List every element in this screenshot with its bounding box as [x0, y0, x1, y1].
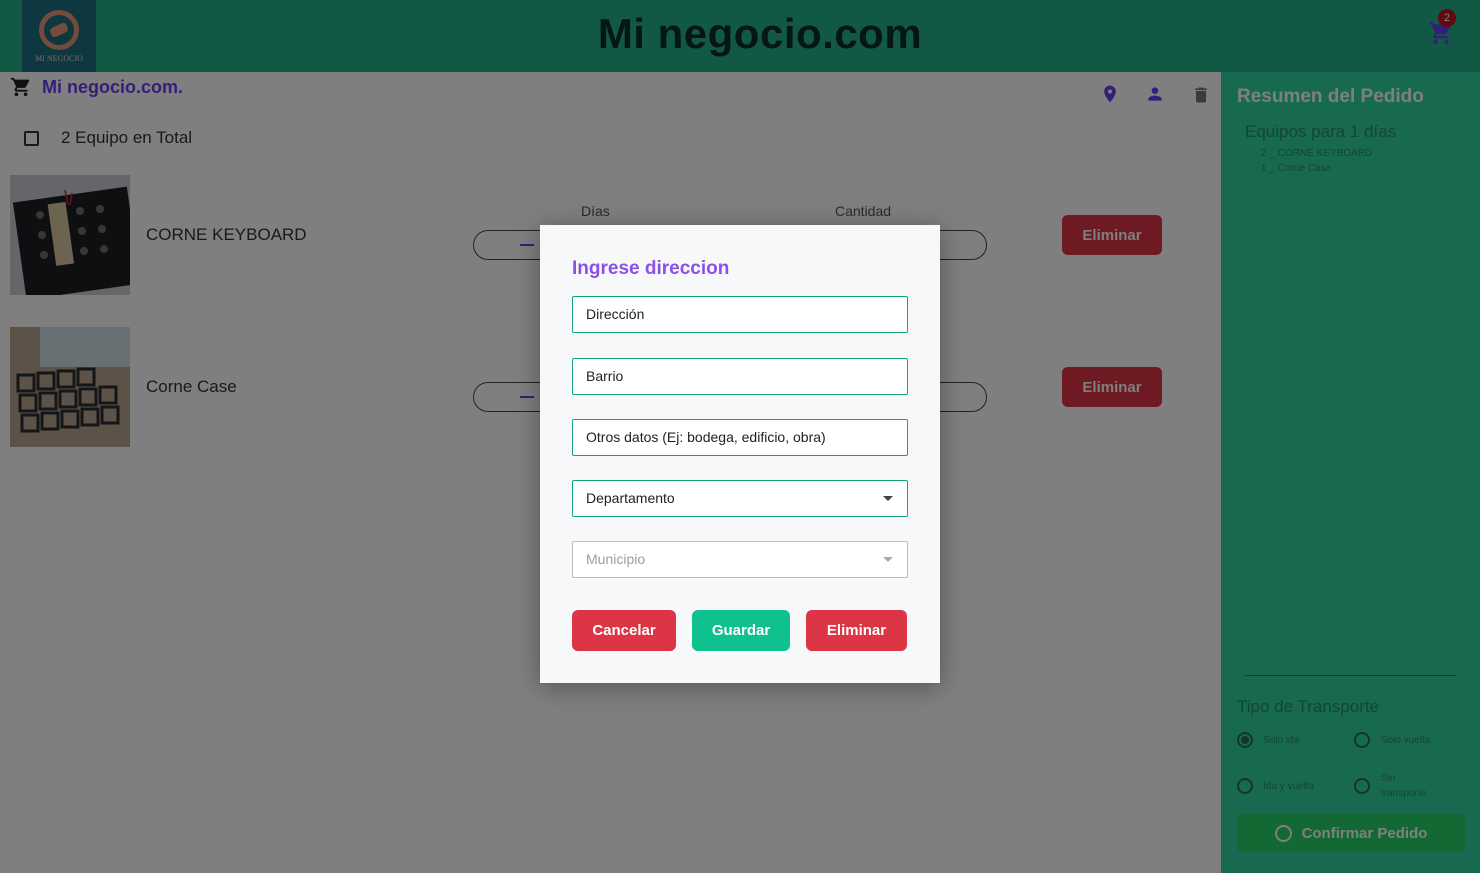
other-details-field[interactable]: Otros datos (Ej: bodega, edificio, obra)	[572, 419, 908, 456]
department-label: Departamento	[586, 490, 675, 506]
delete-button[interactable]: Eliminar	[806, 610, 907, 651]
department-select[interactable]: Departamento	[572, 480, 908, 517]
cancel-button[interactable]: Cancelar	[572, 610, 676, 651]
chevron-down-icon	[883, 496, 893, 501]
address-dialog: Ingrese direccion Dirección Barrio Otros…	[540, 225, 940, 683]
dialog-title: Ingrese direccion	[572, 258, 730, 279]
neighborhood-field[interactable]: Barrio	[572, 358, 908, 395]
municipality-select[interactable]: Municipio	[572, 541, 908, 578]
address-field[interactable]: Dirección	[572, 296, 908, 333]
chevron-down-icon	[883, 557, 893, 562]
save-button[interactable]: Guardar	[692, 610, 790, 651]
municipality-label: Municipio	[586, 551, 646, 567]
